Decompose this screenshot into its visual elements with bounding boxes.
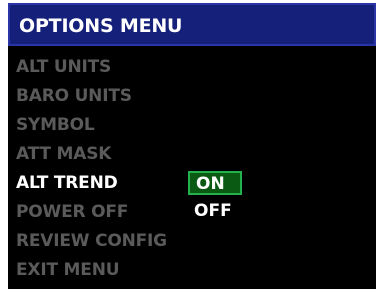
menu-item-alt-trend[interactable]: ALT TREND (16, 172, 118, 194)
alt-trend-option-on[interactable]: ON (188, 171, 242, 195)
menu-title: OPTIONS MENU (19, 15, 183, 37)
menu-item-review-config[interactable]: REVIEW CONFIG (16, 230, 167, 252)
menu-item-power-off[interactable]: POWER OFF (16, 201, 128, 223)
menu-item-att-mask[interactable]: ATT MASK (16, 143, 111, 165)
menu-item-exit-menu[interactable]: EXIT MENU (16, 259, 120, 281)
menu-item-symbol[interactable]: SYMBOL (16, 114, 95, 136)
title-bar: OPTIONS MENU (8, 3, 376, 46)
options-menu-panel: OPTIONS MENU ALT UNITS BARO UNITS SYMBOL… (8, 3, 376, 289)
menu-item-alt-units[interactable]: ALT UNITS (16, 56, 111, 78)
display-screen: OPTIONS MENU ALT UNITS BARO UNITS SYMBOL… (0, 0, 381, 292)
alt-trend-option-off[interactable]: OFF (194, 200, 244, 224)
menu-item-baro-units[interactable]: BARO UNITS (16, 85, 132, 107)
